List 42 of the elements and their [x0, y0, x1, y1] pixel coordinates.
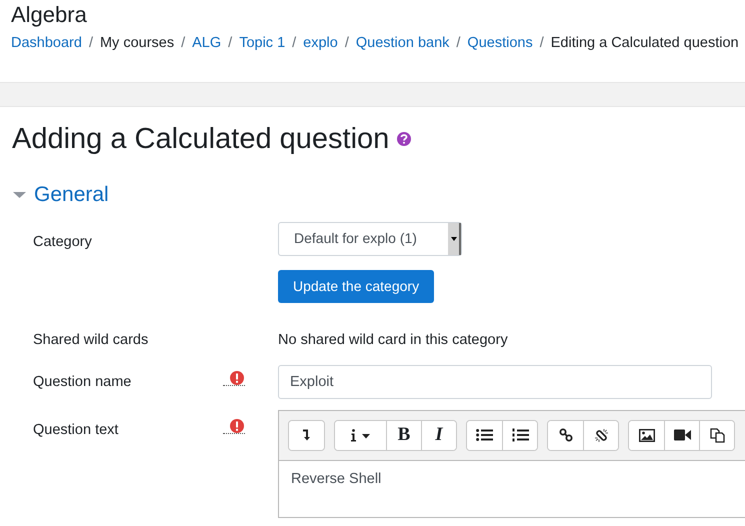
- question-name-field[interactable]: Exploit: [278, 364, 712, 398]
- numbered-list-icon: [512, 428, 528, 442]
- help-icon[interactable]: [397, 132, 412, 146]
- video-camera-icon: [674, 429, 690, 441]
- breadcrumb-separator: /: [344, 34, 349, 53]
- breadcrumb-separator: /: [88, 34, 93, 53]
- breadcrumb-separator: /: [540, 34, 544, 53]
- arrow-down-icon: [302, 429, 312, 441]
- collapse-caret-icon[interactable]: [13, 190, 26, 199]
- field-label: Category: [33, 232, 92, 252]
- page-heading: Adding a Calculated question: [12, 122, 390, 157]
- italic-button[interactable]: I: [421, 420, 456, 450]
- breadcrumb-link[interactable]: ALG: [192, 33, 222, 55]
- field-label: Question text: [33, 420, 118, 440]
- category-dropdown[interactable]: Default for explo (1): [278, 222, 462, 256]
- info-icon: [350, 428, 372, 442]
- breadcrumb-link[interactable]: Topic 1: [239, 33, 286, 55]
- field-value: No shared wild card in this category: [278, 330, 509, 350]
- field-label: Shared wild cards: [33, 330, 148, 350]
- update-category-button[interactable]: Update the category: [278, 270, 434, 302]
- breadcrumb-link[interactable]: Questions: [467, 33, 533, 55]
- media-button[interactable]: [699, 420, 734, 450]
- breadcrumb-link[interactable]: Question bank: [356, 33, 450, 55]
- breadcrumb-link[interactable]: Dashboard: [11, 33, 82, 55]
- image-icon: [638, 428, 654, 442]
- breadcrumb-text: My courses: [100, 34, 174, 53]
- documents-icon: [710, 428, 724, 442]
- course-title: Algebra: [11, 2, 88, 28]
- link-icon: [558, 428, 572, 442]
- breadcrumb-separator: /: [228, 34, 232, 53]
- field-label: Question name: [33, 372, 132, 392]
- broken-link-icon: [594, 428, 608, 442]
- bulleted-list-icon: [476, 429, 493, 441]
- numbered-list-button[interactable]: [502, 420, 537, 450]
- unlink-button[interactable]: [583, 420, 618, 450]
- editor-text: Reverse Shell: [291, 470, 382, 486]
- breadcrumb-separator: /: [456, 34, 460, 53]
- section-title[interactable]: General: [34, 179, 109, 210]
- breadcrumb-link[interactable]: explo: [303, 33, 338, 55]
- breadcrumb-separator: /: [292, 34, 296, 53]
- breadcrumb-separator: /: [181, 34, 186, 53]
- breadcrumb-text: Editing a Calculated question: [550, 34, 739, 53]
